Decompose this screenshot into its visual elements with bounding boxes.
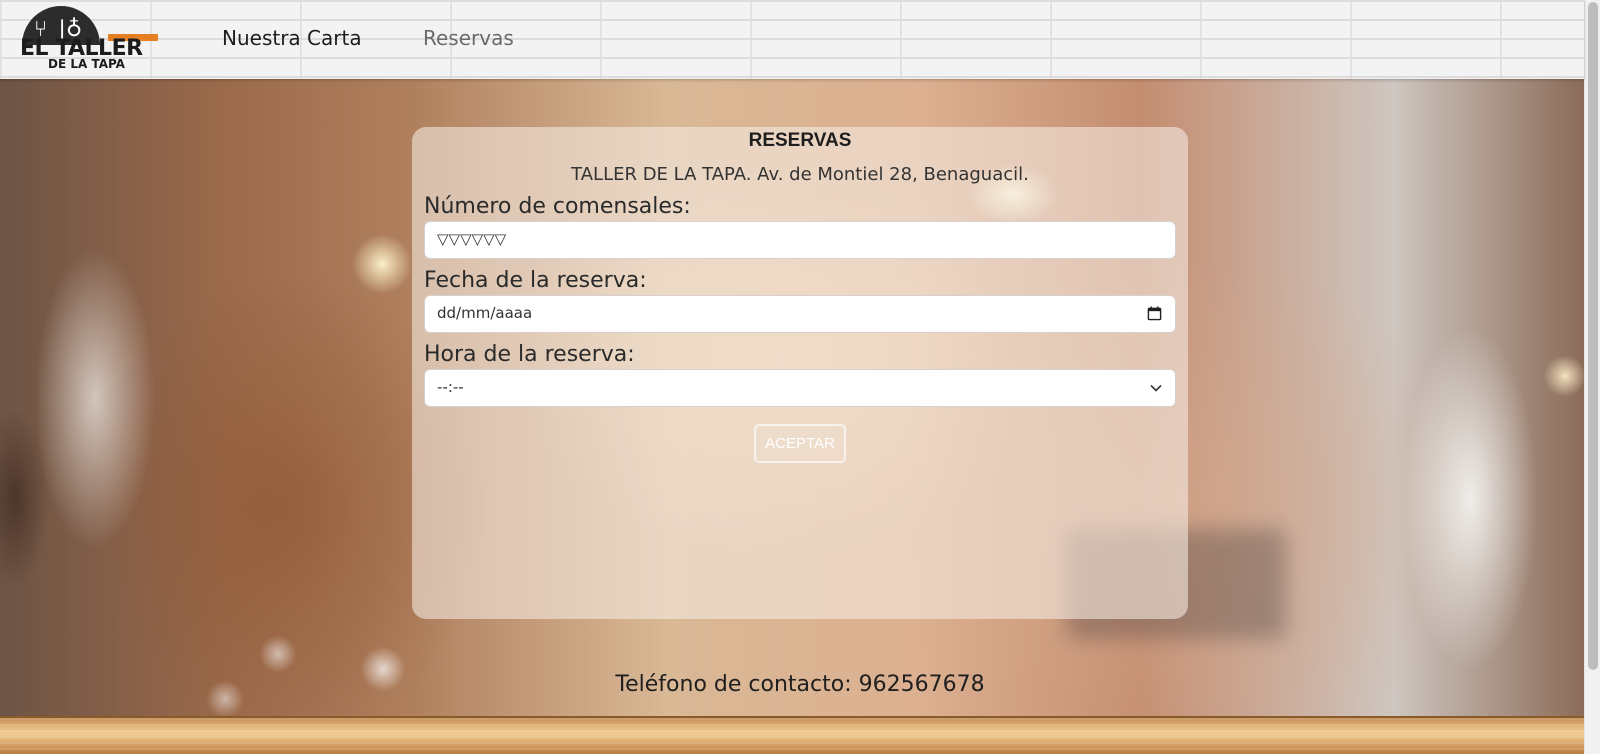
date-label: Fecha de la reserva: <box>424 268 647 293</box>
logo-subtext: DE LA TAPA <box>48 57 125 71</box>
time-label: Hora de la reserva: <box>424 342 635 367</box>
nav-link-reservas[interactable]: Reservas <box>423 26 514 50</box>
card-title: RESERVAS <box>748 130 852 151</box>
contact-phone: Teléfono de contacto: 962567678 <box>615 672 985 697</box>
logo[interactable]: ⑂ ❘ ♁ EL TALLER DE LA TAPA <box>20 6 160 72</box>
scrollbar-thumb[interactable] <box>1588 2 1598 670</box>
accept-button[interactable]: ACEPTAR <box>754 424 846 463</box>
date-placeholder: dd/mm/aaaa <box>437 304 533 322</box>
calendar-icon[interactable] <box>1147 306 1162 321</box>
nav-link-nuestra-carta[interactable]: Nuestra Carta <box>222 26 362 50</box>
diners-input[interactable]: ▽▽▽▽▽▽ <box>424 221 1176 259</box>
date-input[interactable]: dd/mm/aaaa <box>424 295 1176 333</box>
site-header: ⑂ ❘ ♁ EL TALLER DE LA TAPA Nuestra Carta… <box>0 0 1584 79</box>
diners-label: Número de comensales: <box>424 194 691 219</box>
time-value: --:-- <box>437 378 464 396</box>
wooden-table-strip <box>0 716 1584 754</box>
reservation-card: RESERVAS TALLER DE LA TAPA. Av. de Monti… <box>412 127 1188 619</box>
time-select[interactable]: --:-- <box>424 369 1176 407</box>
restaurant-address: TALLER DE LA TAPA. Av. de Montiel 28, Be… <box>571 164 1029 185</box>
chevron-down-icon <box>1150 384 1162 392</box>
diners-value: ▽▽▽▽▽▽ <box>437 230 507 248</box>
scrollbar[interactable] <box>1584 0 1600 754</box>
